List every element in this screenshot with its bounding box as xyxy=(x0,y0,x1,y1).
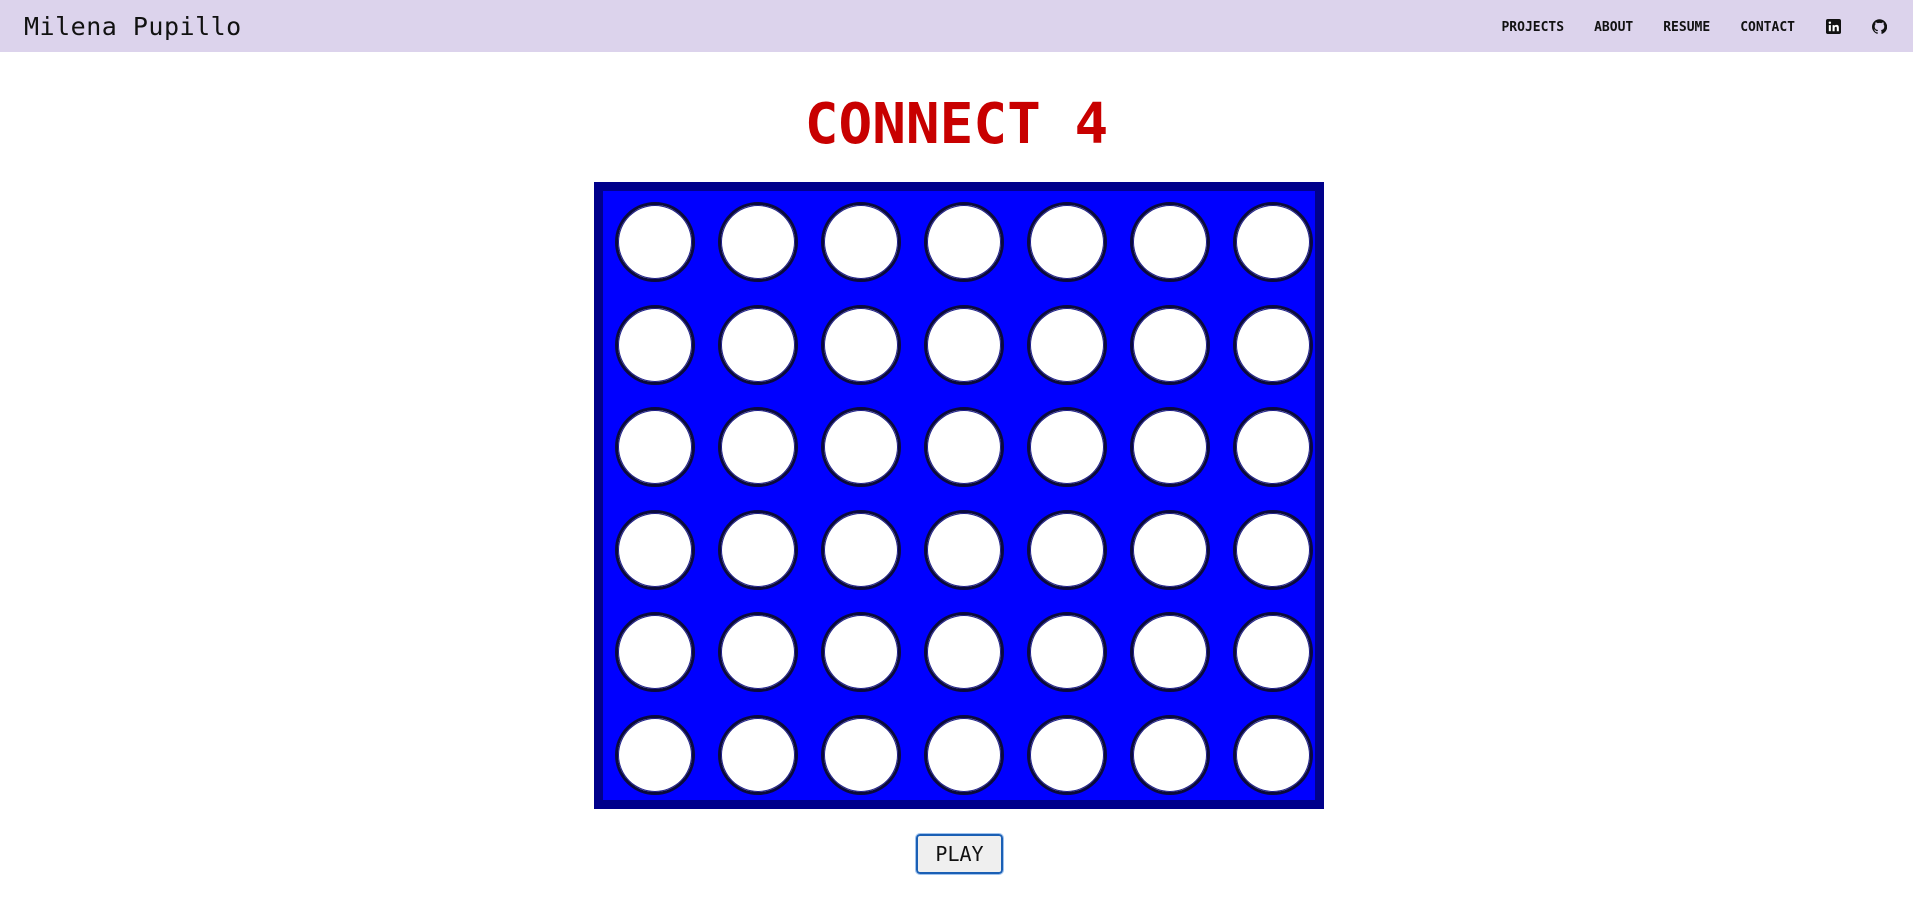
board-cell[interactable] xyxy=(912,499,1015,602)
board-cell[interactable] xyxy=(603,294,706,397)
board-cell[interactable] xyxy=(809,294,912,397)
board-cell[interactable] xyxy=(912,191,1015,294)
navbar: Milena Pupillo PROJECTS ABOUT RESUME CON… xyxy=(0,0,1913,52)
board-slot-empty xyxy=(717,304,798,385)
board-cell[interactable] xyxy=(603,499,706,602)
board-cell[interactable] xyxy=(706,601,809,704)
board-slot-empty xyxy=(1232,612,1313,693)
board-cell[interactable] xyxy=(809,191,912,294)
site-brand-link[interactable]: Milena Pupillo xyxy=(24,12,242,41)
board-slot-empty xyxy=(614,304,695,385)
board-cell[interactable] xyxy=(912,601,1015,704)
board-cell[interactable] xyxy=(912,396,1015,499)
nav-link-projects[interactable]: PROJECTS xyxy=(1501,18,1564,35)
board-cell[interactable] xyxy=(1118,499,1221,602)
board-cell[interactable] xyxy=(1221,191,1324,294)
board-cell[interactable] xyxy=(912,704,1015,807)
board-slot-empty xyxy=(820,612,901,693)
board-cell[interactable] xyxy=(603,704,706,807)
board-cell[interactable] xyxy=(706,704,809,807)
board-cell[interactable] xyxy=(1015,704,1118,807)
board-slot-empty xyxy=(614,202,695,283)
board-slot-empty xyxy=(1129,202,1210,283)
board-cell[interactable] xyxy=(706,294,809,397)
nav-links: PROJECTS ABOUT RESUME CONTACT xyxy=(1471,18,1889,35)
board-slot-empty xyxy=(717,714,798,795)
board-cell[interactable] xyxy=(603,601,706,704)
board-cell[interactable] xyxy=(912,294,1015,397)
board-cell[interactable] xyxy=(1118,396,1221,499)
board-slot-empty xyxy=(1026,407,1107,488)
board-slot-empty xyxy=(1129,612,1210,693)
board-slot-empty xyxy=(1026,304,1107,385)
board-slot-empty xyxy=(614,714,695,795)
board-slot-empty xyxy=(1026,714,1107,795)
board-slot-empty xyxy=(717,509,798,590)
board-slot-empty xyxy=(820,509,901,590)
board-cell[interactable] xyxy=(603,396,706,499)
board-slot-empty xyxy=(1232,714,1313,795)
board-cell[interactable] xyxy=(1118,294,1221,397)
board-slot-empty xyxy=(1129,509,1210,590)
github-icon-graphic xyxy=(1871,18,1887,34)
board-cell[interactable] xyxy=(1221,499,1324,602)
board-slot-empty xyxy=(1129,407,1210,488)
board-slot-empty xyxy=(614,509,695,590)
github-icon[interactable] xyxy=(1871,18,1887,34)
board-cell[interactable] xyxy=(1015,499,1118,602)
board-slot-empty xyxy=(923,304,1004,385)
board-slot-empty xyxy=(717,202,798,283)
board-slot-empty xyxy=(1232,509,1313,590)
board-slot-empty xyxy=(1232,407,1313,488)
board-cell[interactable] xyxy=(1221,396,1324,499)
board-slot-empty xyxy=(614,407,695,488)
board-cell[interactable] xyxy=(809,499,912,602)
board-slot-empty xyxy=(923,202,1004,283)
board-cell[interactable] xyxy=(809,601,912,704)
play-button[interactable]: PLAY xyxy=(915,833,1004,875)
board-cell[interactable] xyxy=(706,396,809,499)
board-slot-empty xyxy=(923,407,1004,488)
board-slot-empty xyxy=(923,509,1004,590)
board-cell[interactable] xyxy=(1221,601,1324,704)
board-cell[interactable] xyxy=(1118,191,1221,294)
connect-four-board xyxy=(594,182,1324,809)
board-cell[interactable] xyxy=(1015,396,1118,499)
board-slot-empty xyxy=(820,202,901,283)
linkedin-icon-graphic xyxy=(1825,18,1841,34)
board-cell[interactable] xyxy=(1118,601,1221,704)
board-slot-empty xyxy=(1232,202,1313,283)
board-cell[interactable] xyxy=(1221,294,1324,397)
board-cell[interactable] xyxy=(1221,704,1324,807)
board-cell[interactable] xyxy=(603,191,706,294)
board-cell[interactable] xyxy=(1015,191,1118,294)
linkedin-icon[interactable] xyxy=(1825,18,1841,34)
board-slot-empty xyxy=(1129,714,1210,795)
game-title: CONNECT 4 xyxy=(804,92,1109,157)
board-slot-empty xyxy=(1026,509,1107,590)
board-cell[interactable] xyxy=(706,191,809,294)
board-slot-empty xyxy=(820,304,901,385)
board-slot-empty xyxy=(923,612,1004,693)
board-slot-empty xyxy=(1129,304,1210,385)
board-slot-empty xyxy=(717,612,798,693)
board-cell[interactable] xyxy=(1015,294,1118,397)
board-slot-empty xyxy=(820,714,901,795)
board-cell[interactable] xyxy=(809,396,912,499)
board-cell[interactable] xyxy=(809,704,912,807)
board-slot-empty xyxy=(1026,202,1107,283)
board-slot-empty xyxy=(923,714,1004,795)
board-slot-empty xyxy=(1232,304,1313,385)
board-slot-empty xyxy=(820,407,901,488)
nav-link-about[interactable]: ABOUT xyxy=(1594,18,1633,35)
nav-link-contact[interactable]: CONTACT xyxy=(1740,18,1795,35)
board-slot-empty xyxy=(1026,612,1107,693)
board-cell[interactable] xyxy=(1118,704,1221,807)
board-slot-empty xyxy=(614,612,695,693)
board-slot-empty xyxy=(717,407,798,488)
board-cell[interactable] xyxy=(1015,601,1118,704)
board-cell[interactable] xyxy=(706,499,809,602)
nav-link-resume[interactable]: RESUME xyxy=(1663,18,1710,35)
